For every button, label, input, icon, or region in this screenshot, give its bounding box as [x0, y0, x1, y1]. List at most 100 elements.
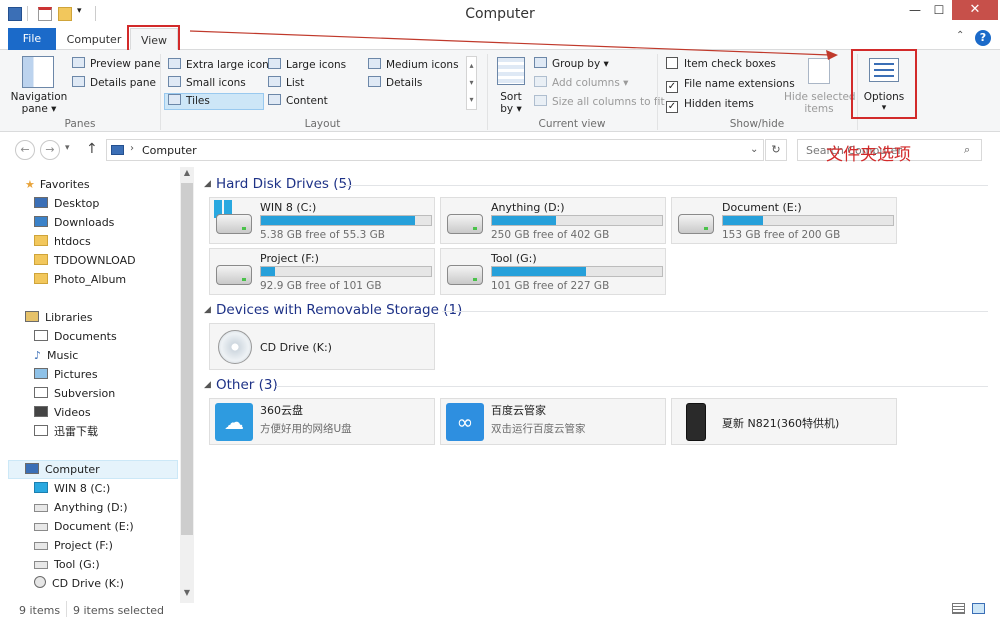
nav-pictures-label: Pictures — [54, 368, 98, 381]
back-button[interactable]: ← — [15, 140, 35, 160]
annotation-arrow — [189, 30, 838, 60]
nav-subversion[interactable]: Subversion — [34, 384, 115, 403]
address-path[interactable]: Computer — [142, 144, 197, 157]
cd-drive-icon — [34, 576, 46, 588]
drive-icon — [34, 542, 48, 550]
drive-name: CD Drive (K:) — [260, 341, 332, 354]
section-other[interactable]: Other (3) — [216, 377, 278, 395]
windows-drive-icon — [34, 482, 48, 493]
nav-documents-label: Documents — [54, 330, 117, 343]
section-removable-storage[interactable]: Devices with Removable Storage (1) — [216, 302, 462, 320]
divider — [66, 601, 67, 617]
nav-htdocs[interactable]: htdocs — [34, 232, 91, 251]
nav-tool-g[interactable]: Tool (G:) — [34, 555, 100, 574]
other-tile-phone[interactable]: 夏新 N821(360特供机) — [671, 398, 897, 445]
downloads-icon — [34, 216, 48, 227]
drive-usage-bar — [260, 215, 432, 226]
folder-icon — [34, 254, 48, 265]
up-button[interactable]: ↑ — [86, 141, 98, 157]
desktop-icon — [34, 197, 48, 208]
nav-photo-album[interactable]: Photo_Album — [34, 270, 126, 289]
scroll-up-arrow[interactable]: ▲ — [181, 168, 193, 177]
nav-pictures[interactable]: Pictures — [34, 365, 98, 384]
refresh-button[interactable]: ↻ — [765, 139, 787, 161]
nav-documents[interactable]: Documents — [34, 327, 117, 346]
nav-desktop[interactable]: Desktop — [34, 194, 99, 213]
nav-desktop-label: Desktop — [54, 197, 100, 210]
nav-computer[interactable]: Computer — [25, 460, 100, 479]
other-description: 方便好用的网络U盘 — [260, 423, 352, 435]
libraries-icon — [25, 311, 39, 322]
nav-downloads[interactable]: Downloads — [34, 213, 114, 232]
search-icon[interactable]: ⌕ — [964, 143, 970, 157]
drive-usage-fill — [492, 267, 587, 276]
hard-drive-icon — [678, 214, 714, 234]
cd-drive-icon — [218, 330, 252, 364]
drive-usage-fill — [261, 216, 415, 225]
other-tile-baidu-cloud[interactable]: ∞ 百度云管家 双击运行百度云管家 — [440, 398, 666, 445]
drive-free-space: 250 GB free of 402 GB — [491, 229, 610, 241]
address-dropdown-icon[interactable]: ⌄ — [750, 144, 758, 155]
recent-locations-icon[interactable]: ▾ — [65, 143, 70, 153]
nav-htdocs-label: htdocs — [54, 235, 91, 248]
nav-tddownload[interactable]: TDDOWNLOAD — [34, 251, 136, 270]
drive-tile-f[interactable]: Project (F:) 92.9 GB free of 101 GB — [209, 248, 435, 295]
baidu-cloud-icon: ∞ — [446, 403, 484, 441]
large-icons-view-icon[interactable] — [972, 603, 985, 614]
drive-icon — [34, 523, 48, 531]
drive-tile-g[interactable]: Tool (G:) 101 GB free of 227 GB — [440, 248, 666, 295]
drive-name: Project (F:) — [260, 252, 319, 265]
collapse-other-icon[interactable]: ◢ — [204, 380, 211, 390]
annotation-arrow-head — [826, 50, 838, 60]
other-description: 双击运行百度云管家 — [491, 423, 586, 435]
nav-thunder-downloads[interactable]: 迅雷下载 — [34, 422, 98, 441]
nav-cd-label: CD Drive (K:) — [52, 577, 124, 590]
drive-name: Document (E:) — [722, 201, 802, 214]
drive-free-space: 153 GB free of 200 GB — [722, 229, 841, 241]
drive-icon — [34, 504, 48, 512]
nav-scrollbar-thumb[interactable] — [181, 183, 193, 535]
nav-music-label: Music — [47, 349, 79, 362]
drive-usage-fill — [261, 267, 275, 276]
drive-tile-e[interactable]: Document (E:) 153 GB free of 200 GB — [671, 197, 897, 244]
collapse-removable-icon[interactable]: ◢ — [204, 305, 211, 315]
hard-drive-icon — [216, 265, 252, 285]
section-hard-disk-drives[interactable]: Hard Disk Drives (5) — [216, 176, 352, 194]
nav-libraries[interactable]: Libraries — [25, 308, 93, 327]
divider — [442, 311, 988, 312]
drive-tile-c[interactable]: WIN 8 (C:) 5.38 GB free of 55.3 GB — [209, 197, 435, 244]
star-icon: ★ — [25, 178, 35, 191]
music-icon: ♪ — [34, 349, 42, 362]
nav-project-f[interactable]: Project (F:) — [34, 536, 113, 555]
drive-tile-k[interactable]: CD Drive (K:) — [209, 323, 435, 370]
nav-cd-drive-k[interactable]: CD Drive (K:) — [34, 574, 124, 593]
thunder-icon — [34, 425, 48, 436]
forward-button[interactable]: → — [40, 140, 60, 160]
subversion-icon — [34, 387, 48, 398]
details-view-icon[interactable] — [952, 603, 965, 614]
scroll-down-arrow[interactable]: ▼ — [181, 588, 193, 597]
documents-icon — [34, 330, 48, 341]
nav-document-e[interactable]: Document (E:) — [34, 517, 134, 536]
drive-usage-fill — [492, 216, 557, 225]
options-annotation-text: 文件夹选项 — [826, 145, 911, 165]
nav-win8-label: WIN 8 (C:) — [54, 482, 111, 495]
other-tile-360-cloud[interactable]: ☁ 360云盘 方便好用的网络U盘 — [209, 398, 435, 445]
hard-drive-icon — [447, 214, 483, 234]
nav-videos[interactable]: Videos — [34, 403, 91, 422]
drive-tile-d[interactable]: Anything (D:) 250 GB free of 402 GB — [440, 197, 666, 244]
other-name: 夏新 N821(360特供机) — [722, 417, 840, 430]
breadcrumb-separator[interactable]: › — [130, 143, 134, 154]
nav-favorites-label: Favorites — [39, 178, 90, 191]
address-bar[interactable]: › Computer ⌄ — [106, 139, 764, 161]
nav-music[interactable]: ♪ Music — [34, 346, 78, 365]
nav-win8-c[interactable]: WIN 8 (C:) — [34, 479, 110, 498]
nav-tddownload-label: TDDOWNLOAD — [54, 254, 136, 267]
nav-subversion-label: Subversion — [54, 387, 116, 400]
nav-anything-d[interactable]: Anything (D:) — [34, 498, 128, 517]
other-name: 百度云管家 — [491, 404, 546, 417]
nav-favorites[interactable]: ★ Favorites — [25, 175, 90, 194]
divider — [344, 185, 988, 186]
collapse-hdd-icon[interactable]: ◢ — [204, 179, 211, 189]
nav-thunder-label: 迅雷下载 — [54, 425, 98, 438]
